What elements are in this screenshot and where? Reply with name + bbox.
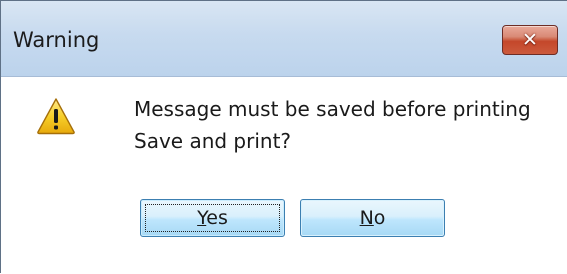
close-button[interactable]: ✕: [502, 25, 558, 55]
title-bar[interactable]: Warning ✕: [1, 1, 567, 77]
dialog-message: Message must be saved before printing Sa…: [134, 93, 531, 157]
message-line-2: Save and print?: [134, 129, 292, 153]
message-line-1: Message must be saved before printing: [134, 97, 531, 121]
dialog-title: Warning: [13, 28, 100, 52]
yes-button[interactable]: Yes: [140, 199, 285, 237]
close-icon: ✕: [522, 28, 538, 51]
no-button[interactable]: No: [300, 199, 445, 237]
warning-dialog: Warning ✕ Message must be saved before p…: [0, 0, 567, 274]
warning-triangle-icon: [37, 98, 75, 135]
no-button-label: No: [359, 207, 386, 229]
focus-rectangle: [145, 204, 280, 232]
